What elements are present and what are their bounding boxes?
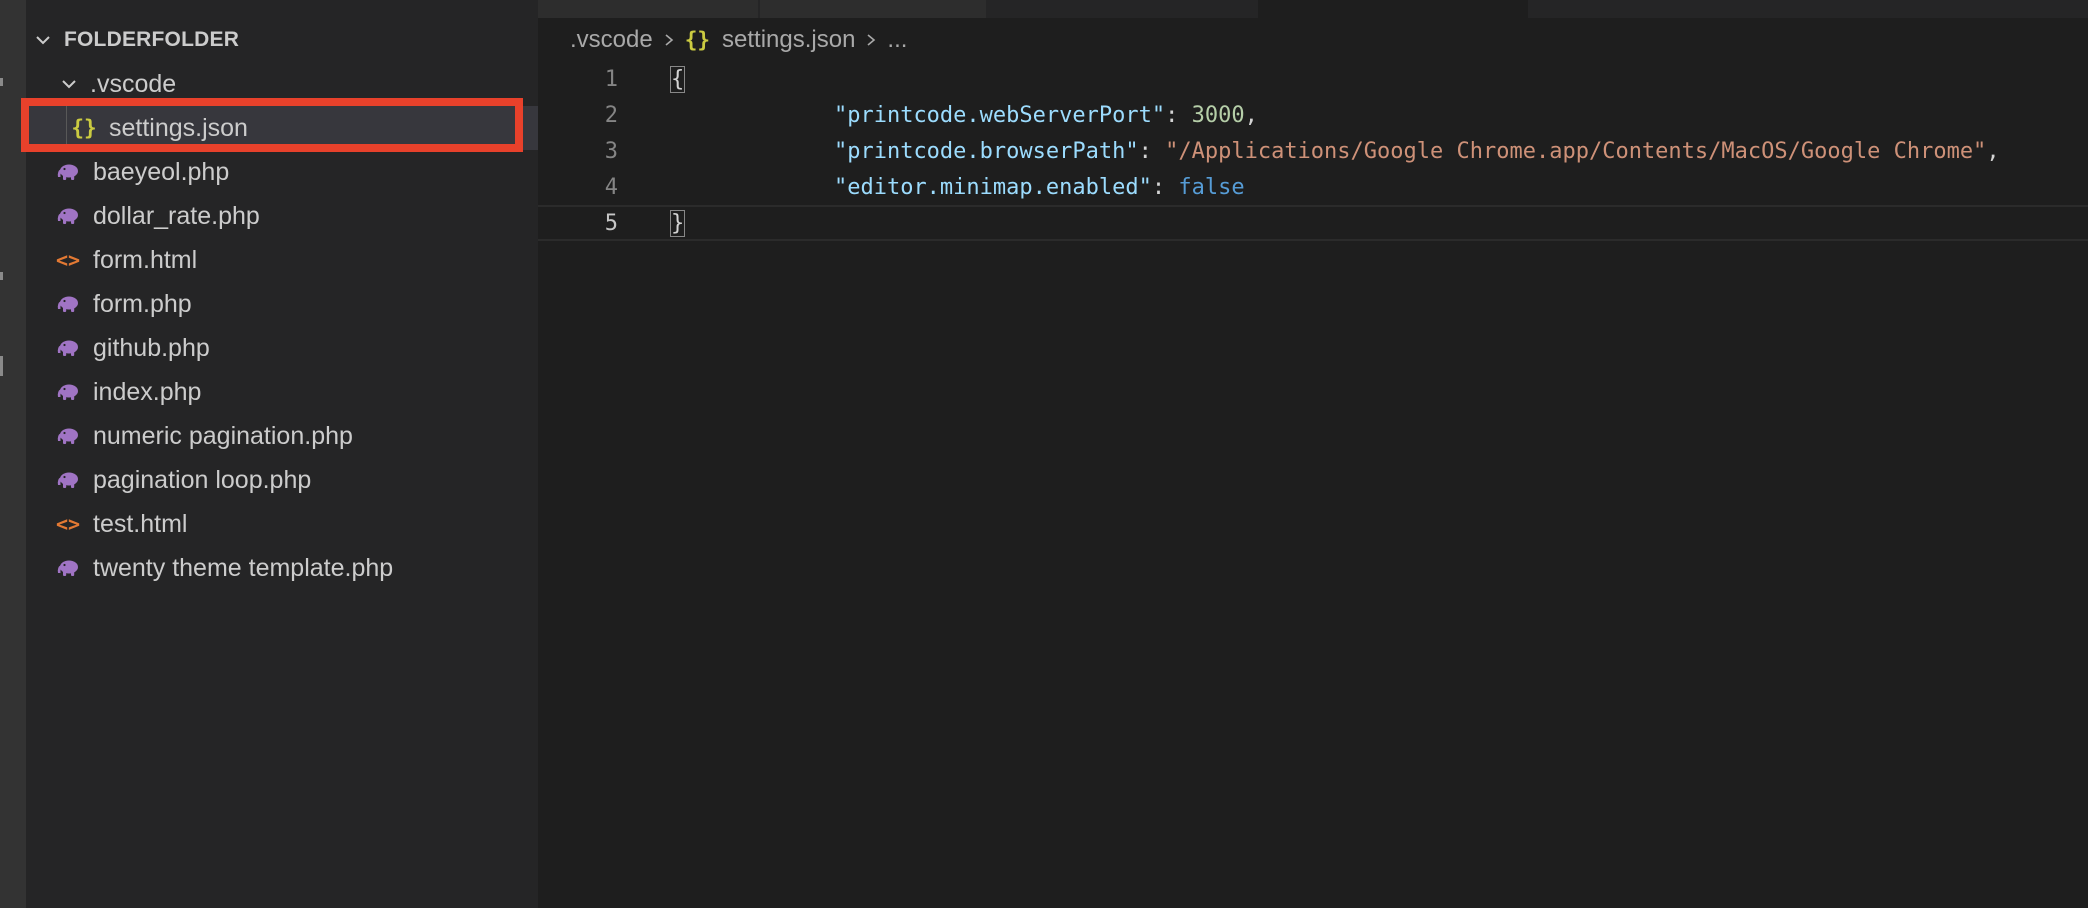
tree-item-label: form.html xyxy=(93,245,198,274)
tree-item-label: baeyeol.php xyxy=(93,157,230,186)
tree-item-file[interactable]: github.php xyxy=(26,326,538,370)
close-brace: } xyxy=(669,209,686,237)
open-brace: { xyxy=(669,65,686,93)
tree-item-file[interactable]: numeric pagination.php xyxy=(26,414,538,458)
tree-item-file[interactable]: twenty theme template.php xyxy=(26,546,538,590)
activity-indicator xyxy=(0,78,3,86)
line-number: 1 xyxy=(604,66,618,92)
php-elephant-icon xyxy=(56,426,80,446)
tree-item-label: numeric pagination.php xyxy=(93,421,353,450)
code-line[interactable]: 4 "editor.minimap.enabled": false xyxy=(538,169,2088,205)
tree-item-file[interactable]: pagination loop.php xyxy=(26,458,538,502)
tree-item-label: .vscode xyxy=(90,69,177,98)
chevron-right-icon xyxy=(867,34,876,46)
red-highlight-box xyxy=(21,98,523,152)
json-braces-icon: {} xyxy=(684,28,711,52)
activity-indicator xyxy=(0,272,3,280)
vscode-window: FOLDERFOLDER .vscode {} settings.json ba… xyxy=(0,0,2088,908)
tree-item-label: form.php xyxy=(93,289,192,318)
breadcrumb-folder[interactable]: .vscode xyxy=(570,26,653,54)
tab-strip xyxy=(538,0,2088,18)
line-number: 5 xyxy=(604,210,618,236)
tree-item-file[interactable]: index.php xyxy=(26,370,538,414)
tree-item-file[interactable]: form.php xyxy=(26,282,538,326)
explorer-sidebar: FOLDERFOLDER .vscode {} settings.json ba… xyxy=(21,0,538,908)
tree-item-label: dollar_rate.php xyxy=(93,201,260,230)
activity-indicator xyxy=(0,356,3,376)
editor-tab[interactable] xyxy=(538,0,759,18)
html-brackets-icon: <> xyxy=(55,248,81,272)
json-comma: , xyxy=(1986,138,2000,164)
tree-item-file[interactable]: baeyeol.php xyxy=(26,150,538,194)
editor-tab-active[interactable] xyxy=(1258,0,1529,18)
line-number: 3 xyxy=(604,138,618,164)
tree-item-file[interactable]: <> test.html xyxy=(26,502,538,546)
editor-pane: .vscode {} settings.json ... 1 { 2 "prin… xyxy=(538,0,2088,908)
breadcrumb: .vscode {} settings.json ... xyxy=(570,22,907,58)
tree-item-label: twenty theme template.php xyxy=(93,553,394,582)
tree-item-file[interactable]: dollar_rate.php xyxy=(26,194,538,238)
html-brackets-icon: <> xyxy=(55,512,81,536)
chevron-down-icon xyxy=(36,36,50,45)
code-line-current[interactable]: 5 } xyxy=(538,205,2088,241)
json-key: "editor.minimap.enabled" xyxy=(833,174,1152,200)
chevron-down-icon xyxy=(62,80,76,89)
tree-item-label: index.php xyxy=(93,377,202,406)
php-elephant-icon xyxy=(56,294,80,314)
line-number: 2 xyxy=(604,102,618,128)
editor-tab[interactable] xyxy=(760,0,987,18)
tree-item-label: pagination loop.php xyxy=(93,465,312,494)
folder-name: FOLDERFOLDER xyxy=(64,28,240,51)
json-colon: : xyxy=(1151,174,1179,200)
php-elephant-icon xyxy=(56,470,80,490)
json-boolean-value: false xyxy=(1178,174,1245,200)
breadcrumb-ellipsis[interactable]: ... xyxy=(887,26,907,54)
php-elephant-icon xyxy=(56,558,80,578)
tree-item-file[interactable]: <> form.html xyxy=(26,238,538,282)
php-elephant-icon xyxy=(56,206,80,226)
breadcrumb-file[interactable]: settings.json xyxy=(722,26,855,54)
php-elephant-icon xyxy=(56,338,80,358)
tree-item-label: test.html xyxy=(93,509,188,538)
json-string-value: "/Applications/Google Chrome.app/Content… xyxy=(1165,138,1987,164)
php-elephant-icon xyxy=(56,382,80,402)
folder-header[interactable]: FOLDERFOLDER xyxy=(36,22,239,58)
php-elephant-icon xyxy=(56,162,80,182)
chevron-right-icon xyxy=(665,34,673,46)
line-number: 4 xyxy=(604,174,618,200)
tree-item-label: github.php xyxy=(93,333,210,362)
